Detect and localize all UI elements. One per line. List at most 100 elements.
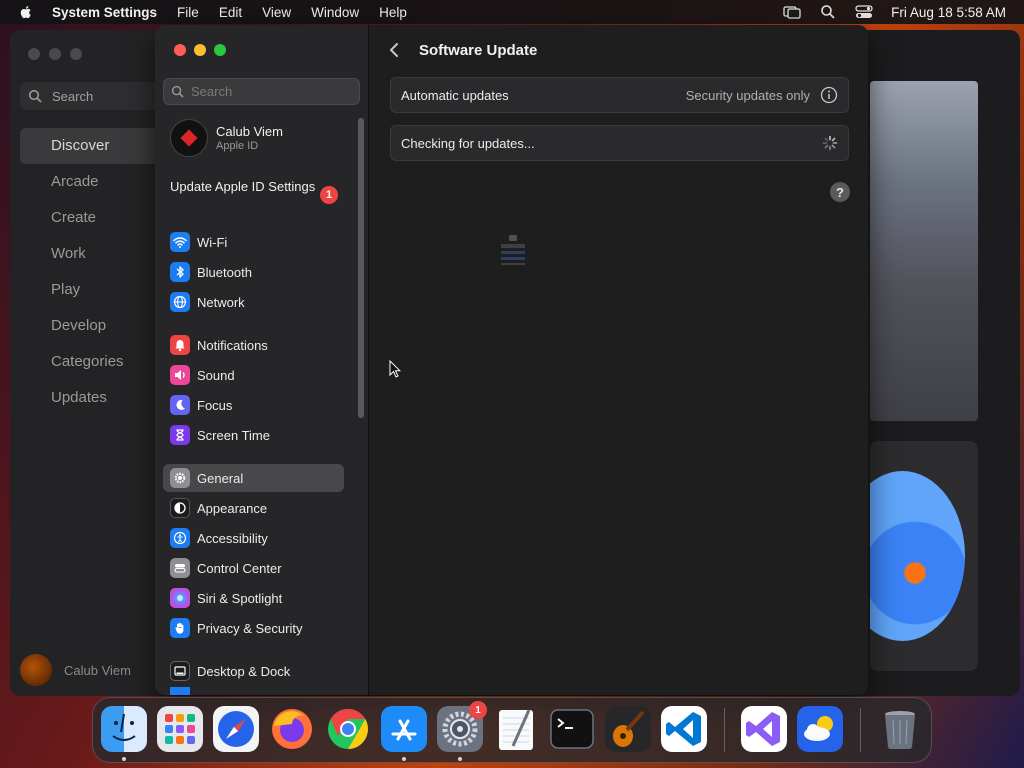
sidebar-item-label: Accessibility [197, 530, 268, 546]
spotlight-search-icon[interactable] [819, 4, 837, 20]
dock-textedit[interactable] [493, 706, 539, 752]
firefox-icon [272, 709, 312, 749]
app-store-icon [381, 706, 427, 752]
globe-icon [170, 292, 190, 312]
dock-safari[interactable] [213, 706, 259, 752]
app-store-search[interactable]: Search [20, 82, 170, 110]
menu-bar: System Settings File Edit View Window He… [0, 0, 1024, 24]
dock-app-store[interactable] [381, 706, 427, 752]
page-title: Software Update [419, 42, 538, 59]
moon-icon [170, 395, 190, 415]
menu-help[interactable]: Help [379, 5, 407, 20]
dock-weather[interactable] [797, 706, 843, 752]
menu-window[interactable]: Window [311, 5, 359, 20]
software-update-pane: Software Update Automatic updates Securi… [369, 25, 868, 695]
zoom-button[interactable] [214, 44, 226, 56]
app-store-nav-create[interactable]: Create [20, 200, 160, 236]
menubar-clock[interactable]: Fri Aug 18 5:58 AM [891, 5, 1006, 20]
menu-file[interactable]: File [177, 5, 199, 20]
control-center-icon[interactable] [855, 4, 873, 20]
dock-visual-studio[interactable] [741, 706, 787, 752]
dock-launchpad[interactable] [157, 706, 203, 752]
app-store-nav-categories[interactable]: Categories [20, 344, 160, 380]
guitar-icon [605, 706, 651, 752]
launchpad-icon [165, 714, 195, 744]
dock: 1 [92, 697, 932, 763]
sidebar-item-general[interactable]: General [163, 464, 344, 492]
featured-card[interactable] [870, 441, 978, 671]
sidebar-item-label: Desktop & Dock [197, 663, 291, 679]
sidebar-item-bluetooth[interactable]: Bluetooth [163, 258, 344, 286]
zoom-button-inactive[interactable] [70, 48, 82, 60]
dock-garageband[interactable] [605, 706, 651, 752]
dock-icon [170, 661, 190, 681]
search-icon [28, 89, 42, 103]
sidebar-item-privacy-security[interactable]: Privacy & Security [163, 614, 344, 642]
accessibility-icon [170, 528, 190, 548]
menu-edit[interactable]: Edit [219, 5, 242, 20]
profile-name: Calub Viem [216, 124, 283, 139]
sidebar-item-control-center[interactable]: Control Center [163, 554, 344, 582]
avatar [170, 119, 208, 157]
chevron-left-icon [390, 43, 398, 57]
sidebar-item-label: Focus [197, 397, 233, 413]
trash-icon [885, 711, 915, 750]
system-settings-running-indicator [458, 757, 462, 761]
minimize-button-inactive[interactable] [49, 48, 61, 60]
featured-photo[interactable] [870, 81, 978, 421]
search-input[interactable] [191, 84, 351, 99]
sidebar-item-partial[interactable] [163, 687, 344, 695]
update-apple-id-settings[interactable]: Update Apple ID Settings [170, 179, 340, 195]
profile-subtitle: Apple ID [216, 140, 259, 152]
menu-view[interactable]: View [262, 5, 291, 20]
sidebar-item-label: Bluetooth [197, 264, 252, 280]
app-store-nav-play[interactable]: Play [20, 272, 160, 308]
close-button-inactive[interactable] [28, 48, 40, 60]
sidebar-item-accessibility[interactable]: Accessibility [163, 524, 344, 552]
gear-icon [170, 468, 190, 488]
dock-terminal[interactable] [549, 706, 595, 752]
sidebar-item-siri-spotlight[interactable]: Siri & Spotlight [163, 584, 344, 612]
app-store-nav-work[interactable]: Work [20, 236, 160, 272]
app-store-nav-updates[interactable]: Updates [20, 380, 160, 416]
app-store-account[interactable]: Calub Viem [20, 654, 131, 686]
apple-logo-icon[interactable] [18, 4, 34, 20]
dock-firefox[interactable] [269, 706, 315, 752]
sidebar-item-appearance[interactable]: Appearance [163, 494, 344, 522]
hourglass-icon [170, 425, 190, 445]
sidebar-item-sound[interactable]: Sound [163, 361, 344, 389]
control-center-icon [170, 558, 190, 578]
minimize-button[interactable] [194, 44, 206, 56]
app-store-nav-arcade[interactable]: Arcade [20, 164, 160, 200]
sidebar-item-focus[interactable]: Focus [163, 391, 344, 419]
dock-vscode[interactable] [661, 706, 707, 752]
sidebar-item-screen-time[interactable]: Screen Time [163, 421, 344, 449]
app-store-nav-develop[interactable]: Develop [20, 308, 160, 344]
update-status-text: Checking for updates... [401, 135, 535, 151]
sidebar-item-label: Sound [197, 367, 235, 383]
automatic-updates-row[interactable]: Automatic updates Security updates only [390, 77, 849, 113]
app-menu[interactable]: System Settings [52, 5, 157, 20]
app-store-nav-discover[interactable]: Discover [20, 128, 160, 164]
help-button[interactable]: ? [830, 182, 850, 202]
back-button[interactable] [387, 41, 401, 59]
app-store-user-name: Calub Viem [64, 662, 131, 678]
screen-mirroring-icon[interactable] [783, 4, 801, 20]
info-icon[interactable] [820, 86, 838, 104]
settings-search[interactable] [163, 78, 360, 105]
dock-trash[interactable] [877, 706, 923, 752]
dock-finder[interactable] [101, 706, 147, 752]
sidebar-item-label: Siri & Spotlight [197, 590, 283, 606]
close-button[interactable] [174, 44, 186, 56]
dock-chrome[interactable] [325, 706, 371, 752]
visual-studio-icon [741, 706, 787, 752]
sidebar-item-notifications[interactable]: Notifications [163, 331, 344, 359]
apple-id-profile[interactable]: Calub Viem Apple ID [170, 119, 283, 157]
sidebar-item-network[interactable]: Network [163, 288, 344, 316]
bell-icon [170, 335, 190, 355]
sidebar-scrollbar[interactable] [358, 118, 364, 418]
finder-running-indicator [122, 757, 126, 761]
sidebar-item-desktop-dock[interactable]: Desktop & Dock [163, 657, 344, 685]
sidebar-item-wifi[interactable]: Wi-Fi [163, 228, 344, 256]
wifi-icon [170, 232, 190, 252]
